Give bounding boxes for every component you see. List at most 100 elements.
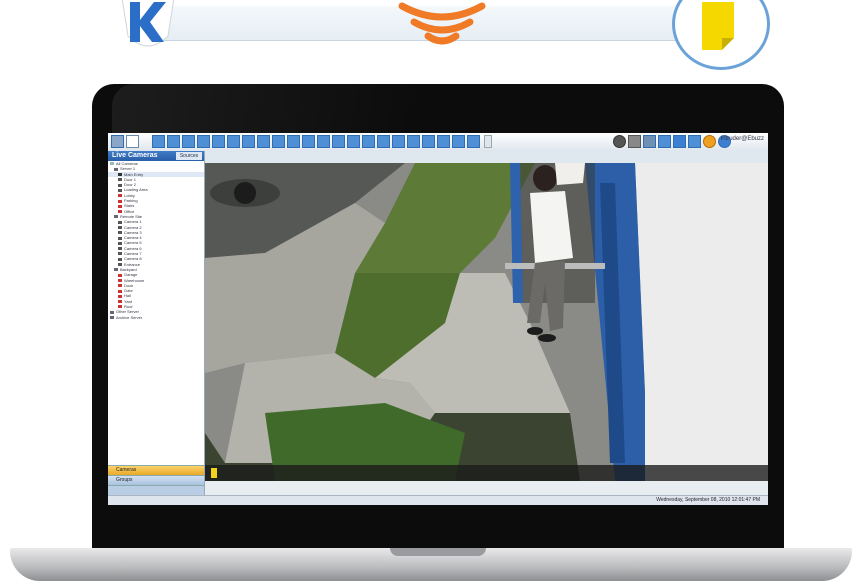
sidebar-title: Live Cameras xyxy=(112,152,158,159)
tree-item-label: Other Server xyxy=(116,309,139,315)
grid-view-button[interactable] xyxy=(658,135,671,148)
sidebar-footer xyxy=(108,485,204,495)
settings-gear-icon[interactable] xyxy=(613,135,626,148)
tree-item-label: Camera 6 xyxy=(124,245,142,251)
layout-22-button[interactable] xyxy=(467,135,480,148)
alarm-camera-icon xyxy=(118,294,122,298)
camera-icon xyxy=(118,220,122,224)
tree-item-label: Archive Server xyxy=(116,314,143,320)
camera-icon xyxy=(118,247,122,251)
single-view-button[interactable] xyxy=(673,135,686,148)
tree-item-label: Lobby xyxy=(124,192,135,198)
alert-icon[interactable] xyxy=(703,135,716,148)
tree-item-label: Stairs xyxy=(124,203,135,209)
layout-9-button[interactable] xyxy=(272,135,285,148)
alarm-camera-icon xyxy=(118,289,122,293)
bookmark-flag-icon[interactable] xyxy=(211,468,217,478)
tree-item[interactable]: Archive Server xyxy=(108,315,204,320)
tree-item-label: Door 2 xyxy=(124,182,137,188)
user-icon[interactable] xyxy=(628,135,641,148)
sidebar-header: Live Cameras Sources xyxy=(108,151,204,161)
alarm-camera-icon xyxy=(118,278,122,282)
fullscreen-button[interactable] xyxy=(688,135,701,148)
layout-20-button[interactable] xyxy=(437,135,450,148)
camera-icon xyxy=(118,236,122,240)
layout-11-button[interactable] xyxy=(302,135,315,148)
layout-8-button[interactable] xyxy=(257,135,270,148)
tree-item-label: Backyard xyxy=(120,266,137,272)
cameras-button[interactable]: Cameras xyxy=(108,465,204,475)
alarm-camera-icon xyxy=(118,300,122,304)
layout-2-button[interactable] xyxy=(167,135,180,148)
laptop-notch xyxy=(390,548,486,556)
camera-video-feed[interactable] xyxy=(205,163,768,481)
network-icon[interactable] xyxy=(643,135,656,148)
document-icon xyxy=(672,0,770,70)
layout-10-button[interactable] xyxy=(287,135,300,148)
camera-icon xyxy=(118,173,122,177)
tree-item-label: All Cameras xyxy=(116,161,138,166)
camera-tree: All Cameras Server 1 Main Entry Door 1 D… xyxy=(108,161,204,320)
search-icon[interactable] xyxy=(126,135,139,148)
tree-item-label: Office xyxy=(124,208,135,214)
alarm-camera-icon xyxy=(118,284,122,288)
camera-icon xyxy=(118,263,122,267)
tree-item-label: Camera 7 xyxy=(124,251,142,257)
tree-item-label: Door 1 xyxy=(124,176,137,182)
tree-item-label: Garage xyxy=(124,272,138,278)
tree-item-label: Warehouse xyxy=(124,277,145,283)
server-icon xyxy=(110,310,114,314)
layout-15-button[interactable] xyxy=(362,135,375,148)
layout-12-button[interactable] xyxy=(317,135,330,148)
tree-item-label: Hall xyxy=(124,293,131,299)
tree-item-label: Camera 5 xyxy=(124,240,142,246)
camera-icon xyxy=(118,188,122,192)
alarm-camera-icon xyxy=(118,210,122,214)
sidebar-bottom-buttons: Cameras Groups xyxy=(108,465,204,495)
alarm-camera-icon xyxy=(118,199,122,203)
app-window: Intruder@Ebuzz Live Cameras Sources All … xyxy=(108,133,768,505)
layout-16-button[interactable] xyxy=(377,135,390,148)
layout-4-button[interactable] xyxy=(197,135,210,148)
tree-item-label: Parking xyxy=(124,198,138,204)
layout-13-button[interactable] xyxy=(332,135,345,148)
tree-item-label: Loading Area xyxy=(124,187,148,193)
layout-1-button[interactable] xyxy=(152,135,165,148)
camera-icon xyxy=(118,257,122,261)
tree-item-label: Entrance xyxy=(124,261,141,267)
layout-7-button[interactable] xyxy=(242,135,255,148)
layout-19-button[interactable] xyxy=(422,135,435,148)
tree-item-label: Dock xyxy=(124,282,134,288)
surveillance-scene xyxy=(205,163,768,481)
camera-icon xyxy=(118,178,122,182)
user-label: Intruder@Ebuzz xyxy=(720,136,764,142)
camera-icon xyxy=(118,252,122,256)
sources-tab[interactable]: Sources xyxy=(176,152,202,160)
main-toolbar: Intruder@Ebuzz xyxy=(108,133,768,152)
camera-icon xyxy=(118,231,122,235)
tree-item-label: Remote Site xyxy=(120,213,143,219)
layout-18-button[interactable] xyxy=(407,135,420,148)
alarm-camera-icon xyxy=(118,273,122,277)
layout-6-button[interactable] xyxy=(227,135,240,148)
layout-3-button[interactable] xyxy=(182,135,195,148)
camera-icon[interactable] xyxy=(111,135,124,148)
status-bar: Wednesday, September 08, 2010 12:01:47 P… xyxy=(108,495,768,505)
server-icon xyxy=(114,167,118,171)
status-datetime: Wednesday, September 08, 2010 12:01:47 P… xyxy=(656,497,760,503)
layout-21-button[interactable] xyxy=(452,135,465,148)
groups-button-label: Groups xyxy=(116,477,133,483)
tree-item-label: Camera 3 xyxy=(124,229,142,235)
layout-5-button[interactable] xyxy=(212,135,225,148)
tree-item-label: Camera 4 xyxy=(124,235,142,241)
server-icon xyxy=(110,316,114,320)
tree-item-label: Camera 8 xyxy=(124,256,142,262)
layout-14-button[interactable] xyxy=(347,135,360,148)
sequence-button[interactable] xyxy=(484,135,492,148)
alarm-camera-icon xyxy=(118,194,122,198)
tree-item-label: Camera 1 xyxy=(124,219,142,225)
top-banner xyxy=(0,0,862,70)
tree-item-label: Main Entry xyxy=(124,171,144,177)
groups-button[interactable]: Groups xyxy=(108,475,204,485)
layout-17-button[interactable] xyxy=(392,135,405,148)
